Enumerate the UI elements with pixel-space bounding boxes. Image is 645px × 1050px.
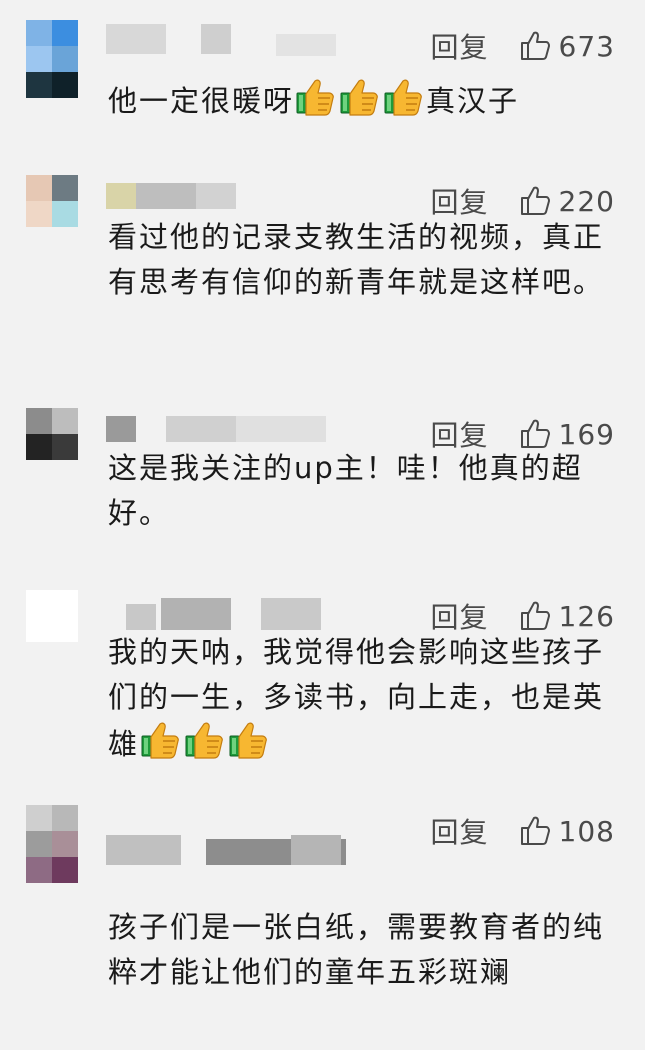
thumbs-up-emoji-icon bbox=[294, 77, 336, 117]
like-button[interactable]: 673 bbox=[519, 30, 615, 63]
comment-actions: 回复 108 bbox=[431, 811, 615, 851]
comment-item: 回复 108 孩子们是一张白纸，需要教育者的纯粹才能让他们的童年五彩斑斓 bbox=[0, 805, 645, 1050]
like-count: 126 bbox=[558, 599, 615, 633]
avatar[interactable] bbox=[26, 805, 78, 883]
reply-button[interactable]: 回复 bbox=[431, 26, 489, 66]
thumbs-up-emoji-icon bbox=[183, 720, 225, 760]
username-blurred[interactable] bbox=[106, 179, 376, 219]
like-count: 108 bbox=[558, 814, 615, 848]
thumbs-up-icon bbox=[519, 185, 551, 217]
comment-text: 他一定很暖呀 真汉子 bbox=[108, 77, 615, 124]
avatar[interactable] bbox=[26, 175, 78, 253]
comment-body: 看过他的记录支教生活的视频，真正有思考有信仰的新青年就是这样吧。 bbox=[108, 220, 605, 299]
thumbs-up-icon bbox=[519, 815, 551, 847]
like-button[interactable]: 220 bbox=[519, 185, 615, 218]
comment-body-suffix: 真汉子 bbox=[426, 84, 520, 118]
username-blurred[interactable] bbox=[106, 809, 376, 865]
like-count: 673 bbox=[558, 29, 615, 63]
username-blurred[interactable] bbox=[106, 594, 376, 634]
comment-text: 看过他的记录支教生活的视频，真正有思考有信仰的新青年就是这样吧。 bbox=[108, 215, 615, 305]
comment-body: 孩子们是一张白纸，需要教育者的纯粹才能让他们的童年五彩斑斓 bbox=[108, 910, 605, 989]
comment-item: 回复 169 这是我关注的up主！哇！他真的超好。 bbox=[0, 408, 645, 590]
like-button[interactable]: 108 bbox=[519, 815, 615, 848]
like-button[interactable]: 126 bbox=[519, 600, 615, 633]
comment-actions: 回复 673 bbox=[431, 26, 615, 66]
avatar[interactable] bbox=[26, 590, 78, 668]
thumbs-up-emoji-icon bbox=[382, 77, 424, 117]
thumbs-up-emoji-icon bbox=[227, 720, 269, 760]
thumbs-up-icon bbox=[519, 30, 551, 62]
comment-item: 回复 673 他一定很暖呀 真汉子 bbox=[0, 20, 645, 175]
comment-text: 这是我关注的up主！哇！他真的超好。 bbox=[108, 446, 615, 536]
comment-body: 这是我关注的up主！哇！他真的超好。 bbox=[108, 451, 583, 530]
reply-button[interactable]: 回复 bbox=[431, 811, 489, 851]
like-count: 220 bbox=[558, 184, 615, 218]
thumbs-up-emoji-icon bbox=[139, 720, 181, 760]
username-blurred[interactable] bbox=[106, 24, 376, 64]
thumbs-up-icon bbox=[519, 600, 551, 632]
comment-text: 孩子们是一张白纸，需要教育者的纯粹才能让他们的童年五彩斑斓 bbox=[108, 905, 615, 995]
comment-item: 回复 126 我的天呐，我觉得他会影响这些孩子们的一生，多读书，向上走，也是英雄 bbox=[0, 590, 645, 805]
thumbs-up-emoji-icon bbox=[338, 77, 380, 117]
comment-item: 回复 220 看过他的记录支教生活的视频，真正有思考有信仰的新青年就是这样吧。 bbox=[0, 175, 645, 408]
comment-text: 我的天呐，我觉得他会影响这些孩子们的一生，多读书，向上走，也是英雄 bbox=[108, 630, 615, 767]
avatar[interactable] bbox=[26, 408, 78, 486]
comment-body: 他一定很暖呀 bbox=[108, 84, 295, 118]
avatar[interactable] bbox=[26, 20, 78, 98]
